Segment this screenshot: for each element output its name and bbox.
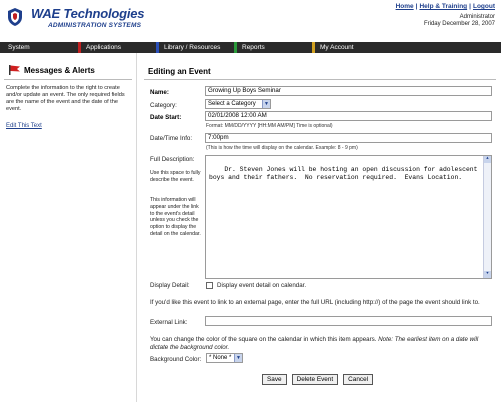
shield-logo-icon: [8, 8, 22, 26]
panel-divider: [4, 79, 132, 80]
brand-title: WAE Technologies: [31, 6, 145, 21]
form-title: Editing an Event: [148, 67, 211, 76]
date-start-input[interactable]: 02/01/2008 12:00 AM: [205, 111, 492, 121]
color-intro-text: You can change the color of the square o…: [150, 336, 494, 352]
chevron-down-icon: ▼: [262, 100, 270, 108]
time-info-label: Date/Time Info:: [150, 135, 193, 142]
display-detail-text: Display event detail on calendar.: [217, 282, 307, 289]
category-select[interactable]: Select a Category ▼: [205, 99, 271, 109]
description-text: Dr. Steven Jones will be hosting an open…: [209, 166, 482, 181]
form-actions: Save Delete Event Cancel: [262, 374, 374, 385]
messages-panel: Messages & Alerts Complete the informati…: [0, 53, 137, 402]
nav-item-reports[interactable]: Reports: [234, 42, 312, 53]
edit-text-link[interactable]: Edit This Text: [6, 123, 42, 129]
background-color-select[interactable]: * None * ▼: [206, 353, 243, 363]
link-intro-text: If you'd like this event to link to an e…: [150, 299, 480, 306]
brand-subtitle: ADMINISTRATION SYSTEMS: [48, 22, 142, 29]
home-link[interactable]: Home: [396, 3, 414, 10]
nav-item-applications[interactable]: Applications: [78, 42, 156, 53]
nav-item-library-resources[interactable]: Library / Resources: [156, 42, 234, 53]
user-role: Administrator: [459, 14, 495, 20]
top-links: Home | Help & Training | Logout: [396, 3, 495, 10]
description-note-1: Use this space to fully describe the eve…: [150, 170, 201, 183]
background-color-value: * None *: [209, 355, 232, 361]
time-info-hint: (This is how the time will display on th…: [206, 145, 358, 151]
nav-item-system[interactable]: System: [0, 42, 78, 53]
panel-description: Complete the information to the right to…: [6, 85, 125, 112]
nav-item-my-account[interactable]: My Account: [312, 42, 501, 53]
user-info: Administrator Friday December 28, 2007: [424, 14, 495, 28]
current-date: Friday December 28, 2007: [423, 21, 495, 27]
name-input[interactable]: Growing Up Boys Seminar: [205, 86, 492, 96]
external-link-label: External Link:: [150, 319, 188, 326]
scroll-down-icon[interactable]: ▼: [484, 271, 491, 278]
background-color-label: Background Color:: [150, 356, 202, 363]
textarea-scrollbar[interactable]: ▲ ▼: [483, 156, 491, 278]
link-separator: |: [469, 3, 471, 10]
color-intro: You can change the color of the square o…: [150, 336, 377, 343]
time-info-input[interactable]: 7:00pm: [205, 133, 492, 143]
panel-title: Messages & Alerts: [24, 66, 95, 75]
chevron-down-icon: ▼: [234, 354, 242, 362]
cancel-button[interactable]: Cancel: [343, 374, 374, 385]
description-textarea[interactable]: Dr. Steven Jones will be hosting an open…: [205, 155, 492, 279]
form-divider: [144, 79, 496, 80]
scroll-up-icon[interactable]: ▲: [484, 156, 491, 163]
app-header: WAE Technologies ADMINISTRATION SYSTEMS …: [0, 0, 501, 40]
name-label: Name:: [150, 89, 169, 96]
description-label: Full Description:: [150, 156, 195, 163]
external-link-input[interactable]: [205, 316, 492, 326]
description-note-2: This information will appear under the l…: [150, 197, 201, 237]
display-detail-checkbox[interactable]: [206, 282, 213, 289]
category-select-value: Select a Category: [208, 101, 256, 107]
event-form: Editing an Event Name: Growing Up Boys S…: [138, 53, 501, 402]
category-label: Category:: [150, 102, 177, 109]
save-button[interactable]: Save: [262, 374, 287, 385]
delete-event-button[interactable]: Delete Event: [291, 374, 339, 385]
display-detail-label: Display Detail:: [150, 282, 190, 289]
date-start-label: Date Start:: [150, 114, 182, 121]
date-format-hint: Format: MM/DD/YYYY [HH:MM AM/PM] Time is…: [206, 123, 333, 129]
link-separator: |: [415, 3, 418, 10]
flag-icon: [9, 65, 20, 75]
main-nav: System Applications Library / Resources …: [0, 42, 501, 53]
help-training-link[interactable]: Help & Training: [419, 3, 467, 10]
logout-link[interactable]: Logout: [473, 3, 495, 10]
